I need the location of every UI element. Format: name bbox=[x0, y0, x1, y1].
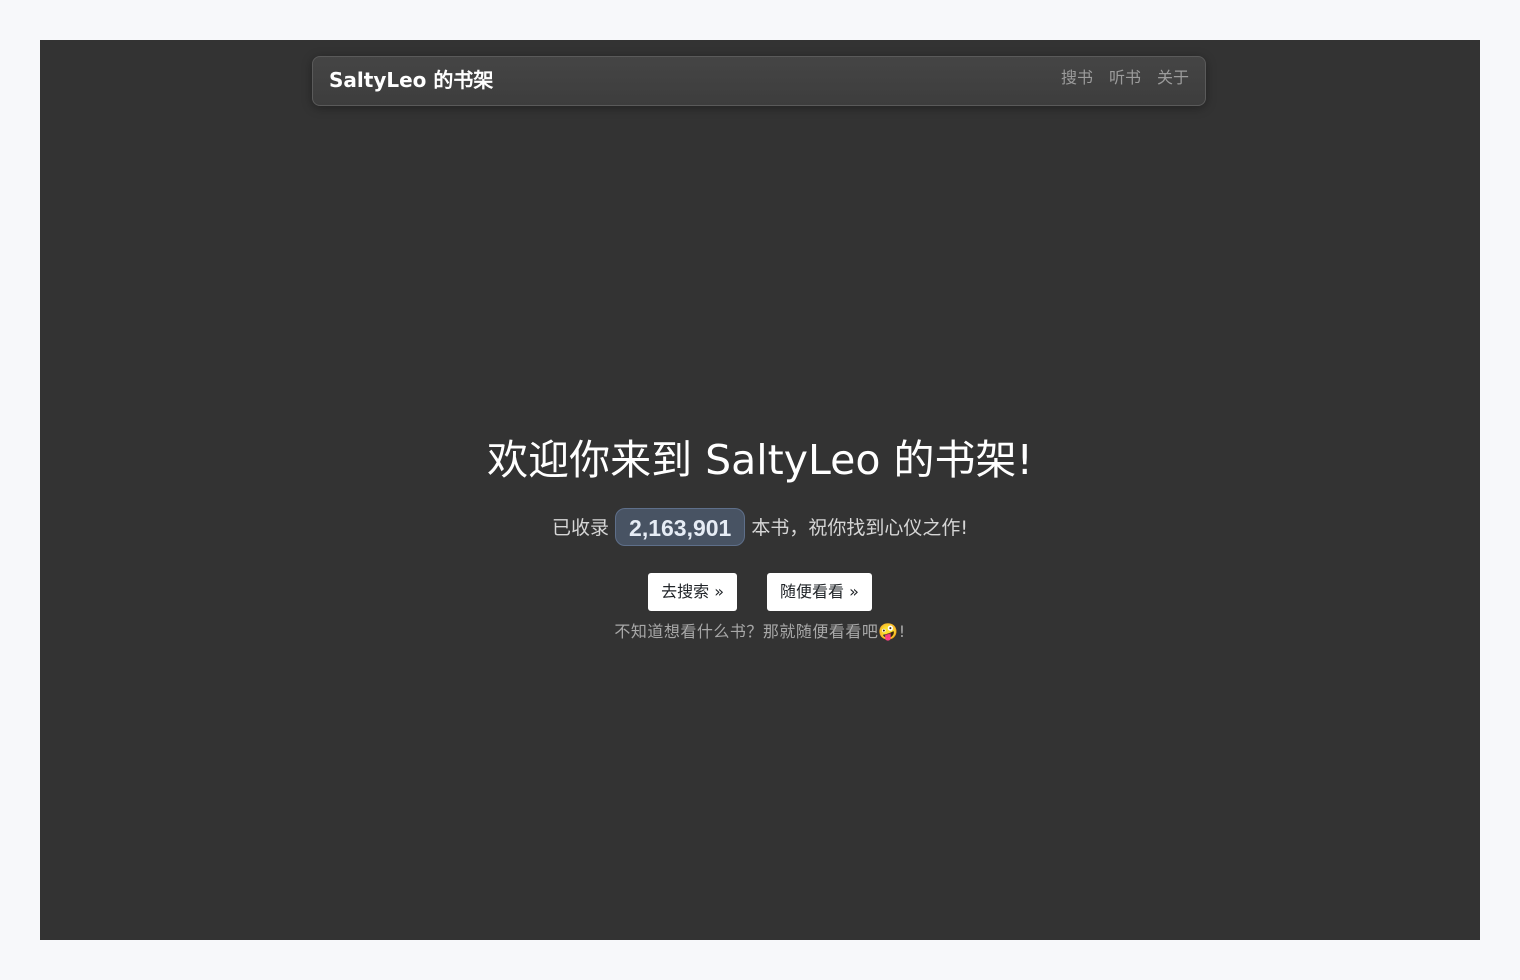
random-hint-text: 不知道想看什么书？那就随便看看吧🤪! bbox=[614, 622, 906, 641]
random-browse-button[interactable]: 随便看看 » bbox=[767, 573, 872, 611]
page-frame: SaltyLeo 的书架 搜书 听书 关于 欢迎你来到 SaltyLeo 的书架… bbox=[40, 40, 1480, 940]
action-buttons: 去搜索 » 随便看看 » bbox=[40, 573, 1480, 611]
site-brand[interactable]: SaltyLeo 的书架 bbox=[329, 57, 493, 103]
welcome-heading: 欢迎你来到 SaltyLeo 的书架! bbox=[487, 436, 1033, 484]
navbar: SaltyLeo 的书架 搜书 听书 关于 bbox=[312, 56, 1206, 106]
go-search-button[interactable]: 去搜索 » bbox=[648, 573, 737, 611]
book-count-badge: 2,163,901 bbox=[615, 507, 746, 546]
nav-links: 搜书 听书 关于 bbox=[1061, 57, 1189, 99]
count-prefix: 已收录 bbox=[552, 517, 610, 539]
nav-link-audiobooks[interactable]: 听书 bbox=[1109, 57, 1141, 99]
nav-link-search-books[interactable]: 搜书 bbox=[1061, 57, 1093, 99]
book-count-line: 已收录 2,163,901 本书，祝你找到心仪之作! bbox=[40, 507, 1480, 548]
nav-link-about[interactable]: 关于 bbox=[1157, 57, 1189, 99]
count-suffix: 本书，祝你找到心仪之作! bbox=[751, 517, 968, 539]
